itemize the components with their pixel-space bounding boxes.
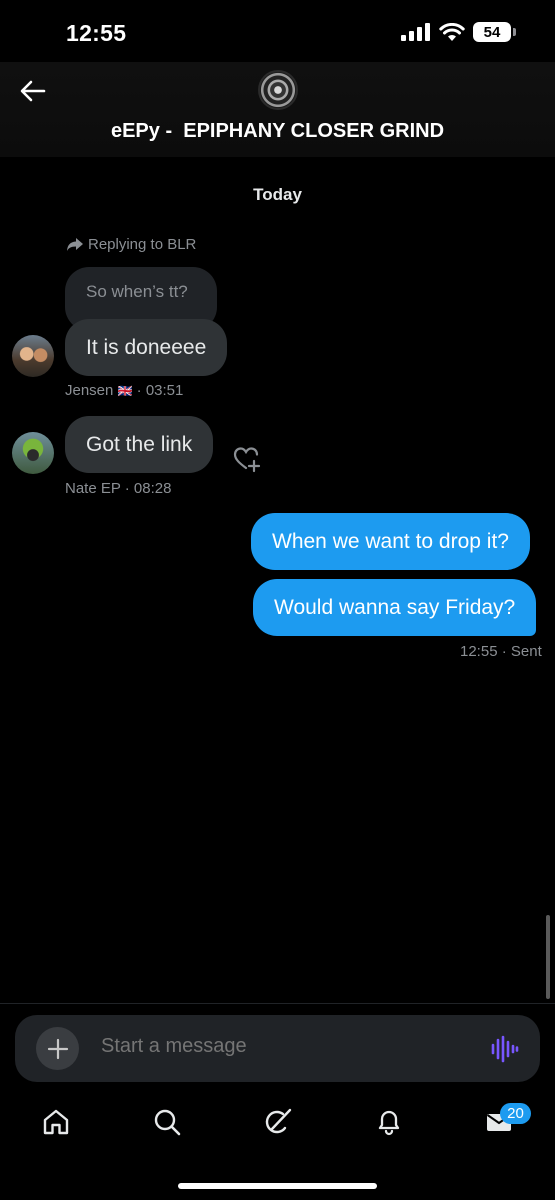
group-avatar[interactable] (258, 70, 298, 110)
message-text: Got the link (86, 432, 193, 456)
voice-waveform-icon (491, 1035, 519, 1063)
status-bar: 12:55 54 (0, 0, 555, 62)
message-time: · 08:28 (124, 480, 172, 497)
reply-info-label: Replying to BLR (88, 236, 197, 253)
messages-badge: 20 (500, 1103, 531, 1124)
tab-search[interactable] (150, 1105, 184, 1139)
sender-name: Nate EP (65, 480, 121, 497)
quoted-message-text: So when’s tt? (86, 282, 188, 301)
cellular-signal-icon (401, 23, 430, 41)
wifi-icon (439, 22, 465, 41)
status-icons: 54 (401, 22, 516, 42)
status-time: 12:55 (66, 20, 127, 46)
message-meta-jensen: Jensen 🇬🇧 · 03:51 (65, 382, 183, 399)
sender-name: Jensen (65, 382, 114, 399)
heart-plus-icon (233, 447, 261, 473)
search-icon (154, 1109, 181, 1136)
message-meta-nate: Nate EP · 08:28 (65, 480, 171, 497)
home-indicator[interactable] (178, 1183, 377, 1189)
uk-flag-icon: 🇬🇧 (117, 384, 133, 398)
message-bubble-sent[interactable]: Would wanna say Friday? (253, 579, 537, 636)
tab-home[interactable] (39, 1105, 73, 1139)
message-text: When we want to drop it? (272, 529, 509, 553)
sent-label: · Sent (501, 643, 542, 660)
message-bubble-nate[interactable]: Got the link (65, 416, 214, 473)
tab-grok[interactable] (261, 1105, 295, 1139)
message-bubble-sent[interactable]: When we want to drop it? (251, 513, 530, 570)
back-arrow-icon (20, 80, 46, 102)
message-text: It is doneeee (86, 335, 207, 359)
sent-time: 12:55 (460, 643, 498, 660)
scrollbar[interactable] (546, 915, 550, 999)
message-input[interactable] (101, 1035, 441, 1058)
avatar-jensen[interactable] (12, 335, 54, 377)
reply-info: Replying to BLR (66, 236, 196, 253)
message-text: Would wanna say Friday? (274, 595, 516, 619)
divider (0, 1003, 555, 1004)
bottom-tab-bar (0, 1100, 555, 1150)
sent-status: 12:55 · Sent (460, 643, 542, 660)
battery-icon: 54 (473, 22, 516, 42)
message-bubble-jensen[interactable]: It is doneeee (65, 319, 228, 376)
avatar-nate[interactable] (12, 432, 54, 474)
conversation-header: eEPy - EPIPHANY CLOSER GRIND (0, 62, 555, 157)
add-media-button[interactable] (36, 1027, 79, 1070)
plus-icon (47, 1038, 68, 1059)
add-reaction-button[interactable] (232, 444, 262, 474)
reply-arrow-icon (67, 238, 83, 251)
tab-notifications[interactable] (372, 1105, 406, 1139)
grok-icon (265, 1108, 292, 1134)
home-icon (43, 1109, 69, 1135)
message-composer (15, 1015, 540, 1082)
back-button[interactable] (16, 74, 50, 108)
message-time: · 03:51 (136, 382, 184, 399)
battery-level: 54 (483, 23, 501, 41)
conversation-title[interactable]: eEPy - EPIPHANY CLOSER GRIND (0, 120, 555, 143)
voice-message-button[interactable] (489, 1034, 519, 1064)
bell-icon (378, 1110, 400, 1136)
date-separator: Today (253, 185, 302, 204)
